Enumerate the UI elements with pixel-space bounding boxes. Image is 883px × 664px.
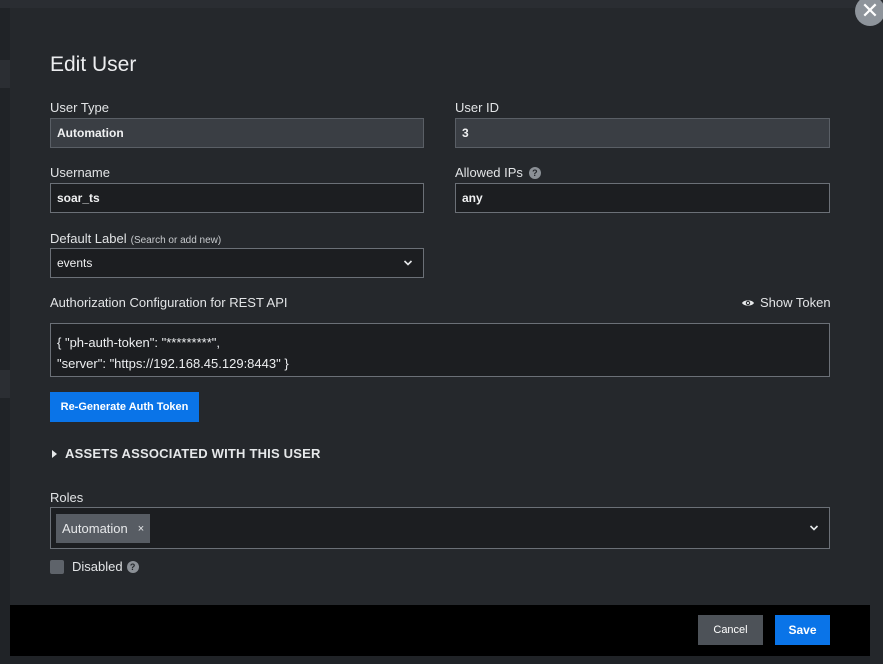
regenerate-token-button[interactable]: Re-Generate Auth Token — [50, 392, 199, 422]
auth-config-line: { "ph-auth-token": "*********", — [57, 335, 221, 350]
username-input[interactable] — [57, 191, 417, 205]
backdrop-right-panel — [870, 8, 883, 664]
default-label-label-text: Default Label — [50, 231, 127, 246]
modal-title: Edit User — [50, 53, 137, 76]
close-icon: ✕ — [860, 0, 880, 23]
cancel-button[interactable]: Cancel — [698, 615, 763, 645]
default-label-hint: (Search or add new) — [130, 235, 222, 246]
show-token-label: Show Token — [760, 295, 831, 310]
user-id-field: 3 — [455, 118, 830, 148]
backdrop-strip — [0, 60, 10, 88]
backdrop-strip — [0, 370, 10, 398]
disabled-label: Disabled? — [72, 559, 139, 574]
remove-chip-icon[interactable]: × — [138, 523, 144, 535]
default-label-label: Default Label (Search or add new) — [50, 231, 221, 246]
username-field[interactable] — [50, 183, 424, 213]
show-token-button[interactable]: Show Token — [741, 295, 831, 310]
allowed-ips-label: Allowed IPs? — [455, 165, 541, 180]
help-icon[interactable]: ? — [126, 561, 139, 573]
user-type-label: User Type — [50, 100, 110, 115]
caret-right-icon — [52, 449, 57, 458]
save-button[interactable]: Save — [775, 615, 830, 645]
roles-multiselect[interactable]: Automation × — [50, 507, 830, 549]
assets-section-toggle[interactable]: ASSETS ASSOCIATED WITH THIS USER — [52, 446, 321, 461]
user-type-value: Automation — [57, 126, 124, 140]
user-type-field: Automation — [50, 118, 424, 148]
disabled-row: Disabled? — [50, 559, 139, 574]
allowed-ips-label-text: Allowed IPs — [455, 165, 523, 180]
disabled-checkbox[interactable] — [50, 559, 64, 574]
roles-label: Roles — [50, 490, 84, 505]
backdrop-top-bar — [0, 0, 883, 8]
user-id-label: User ID — [455, 100, 500, 115]
auth-config-textarea[interactable]: { "ph-auth-token": "*********", "server"… — [50, 323, 830, 377]
role-chip: Automation × — [56, 514, 151, 543]
modal-footer: Cancel Save — [10, 605, 870, 656]
eye-icon — [742, 299, 754, 306]
default-label-select[interactable]: events — [50, 248, 424, 278]
chevron-down-icon[interactable] — [809, 523, 819, 533]
edit-user-modal: Edit User User Type Automation User ID 3… — [10, 8, 870, 656]
allowed-ips-field[interactable] — [455, 183, 830, 213]
user-id-value: 3 — [462, 126, 469, 140]
close-button[interactable]: ✕ — [855, 0, 883, 26]
allowed-ips-input[interactable] — [462, 191, 823, 205]
help-icon[interactable]: ? — [528, 167, 541, 179]
username-label: Username — [50, 165, 110, 180]
auth-config-line: "server": "https://192.168.45.129:8443" … — [57, 356, 289, 371]
assets-section-label: ASSETS ASSOCIATED WITH THIS USER — [65, 446, 321, 461]
chevron-down-icon[interactable] — [403, 258, 413, 268]
auth-config-label: Authorization Configuration for REST API — [50, 295, 288, 310]
role-chip-label: Automation — [62, 521, 128, 536]
default-label-value: events — [57, 256, 93, 270]
